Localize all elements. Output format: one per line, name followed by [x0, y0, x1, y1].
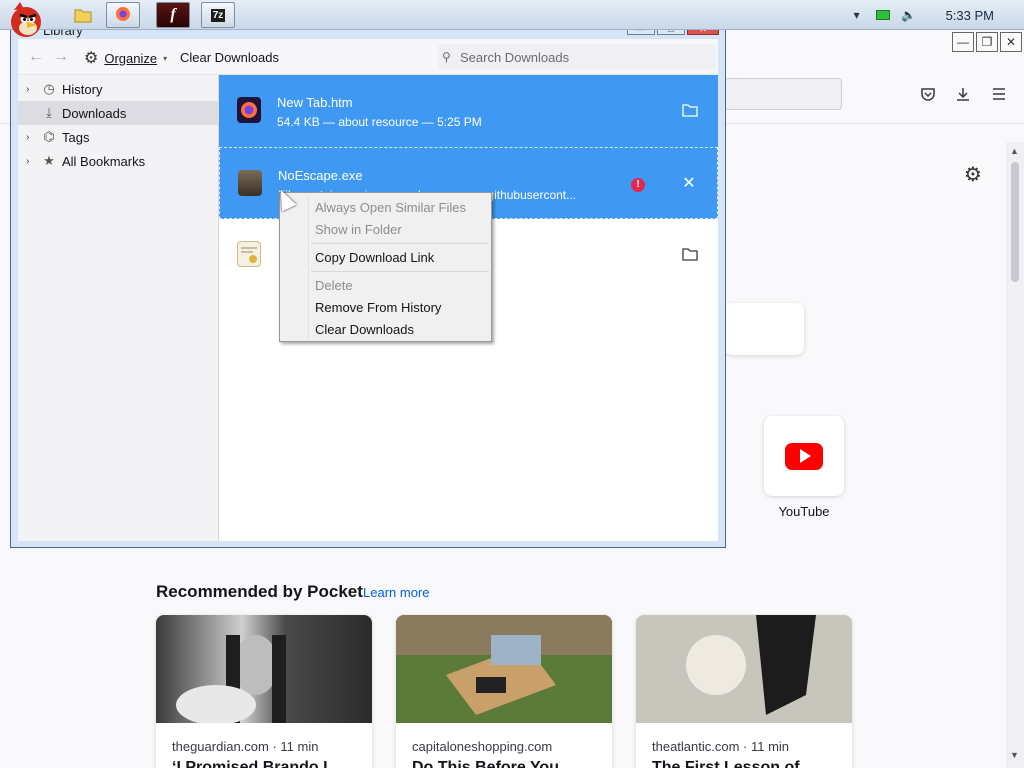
chevron-right-icon[interactable]: ›: [26, 156, 40, 167]
menu-item-remove-from-history[interactable]: Remove From History: [280, 296, 491, 318]
firefox-icon: [114, 5, 132, 26]
flash-taskbar-button[interactable]: f: [156, 2, 190, 28]
library-toolbar: ← → ⚙ Organize ▾ Clear Downloads ⚲ Searc…: [18, 39, 718, 75]
menu-item-show-in-folder[interactable]: Show in Folder: [280, 218, 491, 240]
shortcut-card[interactable]: [724, 303, 804, 355]
minimize-button[interactable]: —: [952, 32, 974, 52]
organize-button[interactable]: ⚙ Organize ▾: [84, 48, 167, 68]
sidebar-item-downloads[interactable]: ⤓ Downloads: [18, 101, 219, 125]
search-input[interactable]: ⚲ Search Downloads: [438, 44, 716, 70]
folder-icon[interactable]: [680, 101, 700, 119]
clock[interactable]: 5:33 PM: [946, 8, 994, 23]
folder-app-icon[interactable]: [66, 2, 100, 28]
chevron-down-icon: ▾: [163, 53, 168, 63]
download-item[interactable]: New Tab.htm 54.4 KB — about resource — 5…: [219, 75, 718, 147]
article-image: [636, 615, 852, 723]
sidebar-item-all-bookmarks[interactable]: › ★ All Bookmarks: [18, 149, 219, 173]
sidebar-item-label: All Bookmarks: [62, 153, 146, 169]
download-filename: New Tab.htm: [277, 95, 353, 110]
sidebar-item-tags[interactable]: › ⌬ Tags: [18, 125, 219, 149]
sidebar-item-label: Downloads: [62, 105, 127, 121]
article-headline[interactable]: ‘I Promised Brando I: [172, 759, 328, 768]
article-image: [396, 615, 612, 723]
menu-separator: [311, 243, 489, 244]
firefox-window-controls: — ❐ ✕: [952, 32, 1022, 52]
chevron-right-icon[interactable]: ›: [26, 132, 40, 143]
pocket-card[interactable]: capitaloneshopping.com Do This Before Yo…: [396, 615, 612, 768]
volume-icon[interactable]: 🔈: [901, 7, 917, 23]
organize-label: Organize: [104, 50, 158, 66]
certificate-icon: [237, 241, 261, 267]
article-image: [156, 615, 372, 725]
firefox-icon: [237, 97, 261, 123]
pocket-heading: Recommended by Pocket: [156, 582, 363, 601]
url-bar[interactable]: [724, 78, 842, 110]
page-scrollbar[interactable]: ▲ ▼: [1006, 142, 1024, 768]
tag-icon: ⌬: [43, 129, 55, 144]
clear-downloads-button[interactable]: Clear Downloads: [180, 50, 279, 65]
shortcut-label: YouTube: [778, 504, 830, 519]
7zip-taskbar-button[interactable]: 7z: [201, 2, 235, 28]
forward-arrow-icon[interactable]: →: [53, 48, 69, 66]
chevron-right-icon[interactable]: ›: [26, 84, 40, 95]
article-source: capitaloneshopping.com: [412, 739, 553, 754]
pocket-icon[interactable]: [918, 84, 938, 104]
chevron-down-icon[interactable]: ▾: [849, 7, 865, 23]
folder-icon[interactable]: [680, 245, 700, 263]
menu-separator: [311, 271, 489, 272]
menu-item-delete[interactable]: Delete: [280, 274, 491, 296]
close-button[interactable]: ✕: [1000, 32, 1022, 52]
menu-item-clear-downloads[interactable]: Clear Downloads: [280, 318, 491, 340]
context-menu: Always Open Similar Files Show in Folder…: [279, 192, 492, 342]
search-placeholder: Search Downloads: [460, 49, 570, 65]
scrollbar-thumb[interactable]: [1011, 162, 1019, 282]
restore-button[interactable]: ❐: [976, 32, 998, 52]
download-filename: NoEscape.exe: [278, 168, 363, 183]
system-tray: ▾ 🔈 5:33 PM: [844, 0, 1024, 30]
star-icon: ★: [43, 153, 55, 168]
article-source: theatlantic.com · 11 min: [652, 739, 790, 754]
article-headline[interactable]: Do This Before You: [412, 759, 559, 768]
gear-icon: ⚙: [84, 50, 99, 67]
angry-bird-icon: [4, 0, 48, 38]
download-icon: ⤓: [46, 105, 52, 120]
pocket-card[interactable]: theguardian.com · 11 min ‘I Promised Bra…: [156, 615, 372, 768]
download-icon[interactable]: [953, 84, 973, 104]
close-icon[interactable]: ✕: [679, 174, 699, 192]
executable-icon: [238, 170, 262, 196]
scroll-up-icon[interactable]: ▲: [1010, 146, 1019, 156]
7zip-icon: 7z: [210, 8, 226, 22]
clock-icon: ◷: [43, 81, 55, 96]
taskbar: f 7z ▾ 🔈 5:33 PM: [0, 0, 1024, 30]
pocket-card[interactable]: theatlantic.com · 11 min The First Lesso…: [636, 615, 852, 768]
download-status: 54.4 KB — about resource — 5:25 PM: [277, 115, 482, 129]
sidebar-item-history[interactable]: › ◷ History: [18, 77, 219, 101]
article-source: theguardian.com · 11 min: [172, 739, 319, 754]
library-sidebar: › ◷ History ⤓ Downloads › ⌬ Tags › ★ All…: [18, 75, 219, 541]
sidebar-item-label: Tags: [62, 129, 90, 145]
article-headline[interactable]: The First Lesson of: [652, 759, 800, 768]
firefox-taskbar-button[interactable]: [106, 2, 140, 28]
youtube-icon: [785, 442, 823, 470]
sidebar-item-label: History: [62, 81, 103, 97]
menu-item-always-open-similar[interactable]: Always Open Similar Files: [280, 196, 491, 218]
menu-item-copy-download-link[interactable]: Copy Download Link: [280, 246, 491, 268]
learn-more-link[interactable]: Learn more: [363, 585, 429, 600]
menu-icon[interactable]: [989, 84, 1009, 104]
warning-icon: !: [631, 178, 645, 192]
scroll-down-icon[interactable]: ▼: [1010, 750, 1019, 760]
flash-icon: f: [170, 6, 176, 23]
search-icon: ⚲: [442, 50, 451, 64]
battery-icon[interactable]: [875, 7, 891, 23]
shortcut-youtube[interactable]: [764, 416, 844, 496]
back-arrow-icon[interactable]: ←: [28, 48, 44, 66]
gear-icon[interactable]: ⚙: [964, 162, 982, 187]
